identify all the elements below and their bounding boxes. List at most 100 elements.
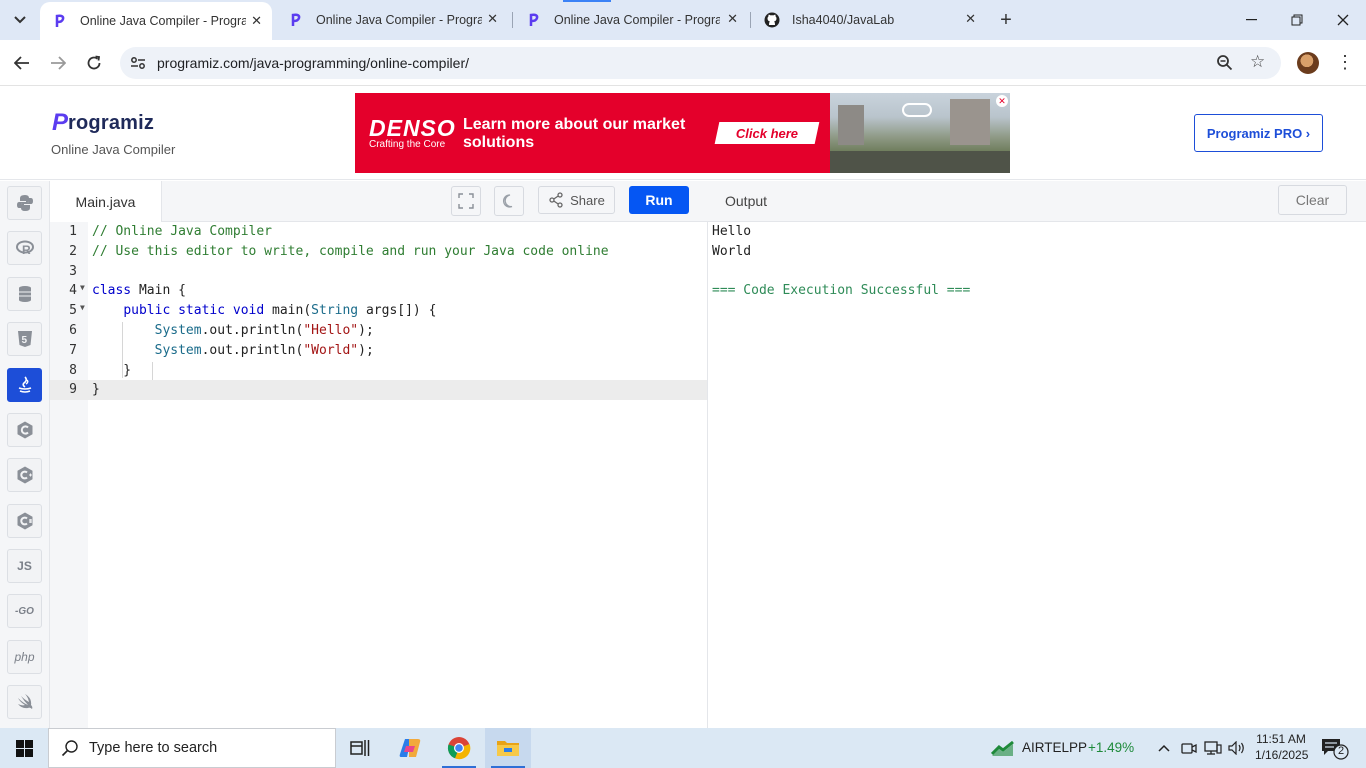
lang-label: php — [14, 650, 35, 664]
clear-button[interactable]: Clear — [1278, 185, 1347, 215]
lang-go-button[interactable]: -GO — [7, 594, 42, 628]
file-explorer-taskbar-button[interactable] — [485, 728, 531, 768]
url-text: programiz.com/java-programming/online-co… — [157, 55, 469, 71]
lang-r-button[interactable]: R — [7, 231, 42, 265]
arrow-left-icon — [14, 56, 29, 70]
browser-tab-strip: Online Java Compiler - Programiz ✕ Onlin… — [0, 0, 1366, 40]
close-tab-icon[interactable]: ✕ — [965, 11, 976, 27]
back-button[interactable] — [8, 49, 36, 77]
lang-c-button[interactable] — [7, 413, 42, 447]
code-text: } — [92, 382, 100, 397]
output-line: World — [712, 244, 752, 259]
taskbar-search-box[interactable]: Type here to search — [48, 728, 336, 768]
code-text: System.out.println("World"); — [154, 343, 374, 358]
lang-swift-button[interactable] — [7, 685, 42, 719]
logo-mark: P — [52, 109, 69, 136]
notification-center-button[interactable]: 2 — [1320, 736, 1350, 760]
lang-sql-button[interactable] — [7, 277, 42, 311]
tab-title: Isha4040/JavaLab — [792, 13, 895, 27]
site-settings-icon[interactable] — [128, 53, 148, 73]
system-clock[interactable]: 11:51 AM 1/16/2025 — [1255, 731, 1308, 763]
ad-close-icon[interactable]: ✕ — [996, 95, 1008, 107]
close-tab-icon[interactable]: ✕ — [251, 13, 262, 29]
chevron-down-icon — [14, 16, 26, 24]
browser-tab-2[interactable]: Online Java Compiler - Programiz ✕ — [276, 0, 508, 40]
editor-toolbar: Main.java Share Run — [50, 181, 708, 222]
ad-cta-button[interactable]: Click here — [714, 122, 820, 144]
logo-text: rogramiz — [68, 111, 155, 134]
editor-panel: Main.java Share Run 1 // Online Java Com… — [50, 181, 708, 728]
share-icon — [549, 192, 563, 208]
meet-now-tray-button[interactable] — [1178, 728, 1200, 768]
bookmark-star-icon[interactable]: ☆ — [1250, 52, 1265, 72]
code-text: // Use this editor to write, compile and… — [92, 244, 609, 259]
new-tab-button[interactable]: + — [994, 8, 1018, 32]
copilot-button[interactable] — [387, 728, 433, 768]
lang-html-button[interactable]: 5 — [7, 322, 42, 356]
csharp-icon — [17, 512, 32, 530]
volume-tray-button[interactable] — [1226, 728, 1248, 768]
run-button[interactable]: Run — [629, 186, 689, 214]
tab-title: Online Java Compiler - Programiz — [554, 13, 720, 27]
task-view-icon — [350, 740, 370, 756]
tab-title: Online Java Compiler - Programiz — [80, 14, 246, 28]
lang-csharp-button[interactable] — [7, 504, 42, 538]
restore-button[interactable] — [1274, 0, 1320, 40]
lang-javascript-button[interactable]: JS — [7, 549, 42, 583]
close-tab-icon[interactable]: ✕ — [487, 11, 498, 27]
ad-cta-label: Click here — [735, 125, 799, 141]
fold-arrow-icon[interactable]: ▼ — [80, 283, 85, 292]
fullscreen-icon — [458, 193, 474, 209]
svg-text:R: R — [22, 243, 31, 257]
browser-tab-3[interactable]: Online Java Compiler - Programiz ✕ — [514, 0, 748, 40]
tab-search-button[interactable] — [6, 6, 34, 34]
programiz-logo[interactable]: P rogramiz — [52, 109, 154, 137]
ad-tagline: Crafting the Core — [369, 139, 446, 150]
file-tab-main-java[interactable]: Main.java — [50, 181, 162, 222]
windows-taskbar: Type here to search AIRTELPP +1.49% 11:5… — [0, 728, 1366, 768]
network-tray-button[interactable] — [1201, 728, 1225, 768]
code-line-current: 9 } — [50, 380, 707, 400]
ad-message: Learn more about our market solutions — [463, 116, 686, 151]
html5-icon: 5 — [17, 331, 32, 347]
browser-tab-1[interactable]: Online Java Compiler - Programiz ✕ — [40, 2, 272, 40]
page-subtitle: Online Java Compiler — [51, 142, 176, 157]
lang-cpp-button[interactable] — [7, 458, 42, 492]
browser-menu-icon[interactable]: ⋮ — [1336, 52, 1354, 73]
lang-php-button[interactable]: php — [7, 640, 42, 674]
address-bar[interactable]: programiz.com/java-programming/online-co… — [120, 47, 1281, 79]
task-view-button[interactable] — [337, 728, 383, 768]
stock-widget-icon[interactable] — [986, 728, 1020, 768]
output-title: Output — [725, 193, 768, 209]
browser-tab-4[interactable]: Isha4040/JavaLab ✕ — [752, 0, 986, 40]
zoom-icon[interactable] — [1216, 54, 1233, 76]
dark-mode-button[interactable] — [494, 186, 524, 216]
programiz-pro-button[interactable]: Programiz PRO › — [1194, 114, 1323, 152]
fold-arrow-icon[interactable]: ▼ — [80, 303, 85, 312]
output-toolbar: Output Clear — [708, 181, 1366, 222]
lang-label: JS — [17, 559, 32, 573]
fullscreen-button[interactable] — [451, 186, 481, 216]
share-button[interactable]: Share — [538, 186, 615, 214]
show-hidden-icons-button[interactable] — [1152, 728, 1176, 768]
close-window-button[interactable] — [1320, 0, 1366, 40]
cpp-icon — [17, 466, 32, 484]
line-number: 9 — [69, 382, 77, 397]
lang-java-button[interactable] — [7, 368, 42, 402]
ad-brand: DENSO — [369, 115, 456, 141]
folder-icon — [497, 741, 519, 756]
profile-avatar[interactable] — [1297, 52, 1319, 74]
code-editor[interactable]: 1 // Online Java Compiler 2 // Use this … — [50, 222, 708, 728]
lang-python-button[interactable] — [7, 186, 42, 220]
minimize-button[interactable] — [1228, 0, 1274, 40]
forward-button[interactable] — [44, 49, 72, 77]
code-text: class Main { — [92, 283, 186, 298]
start-button[interactable] — [0, 728, 48, 768]
minimize-icon — [1245, 19, 1257, 21]
search-icon — [61, 740, 78, 757]
advertisement-banner[interactable]: DENSO Crafting the Core Learn more about… — [355, 93, 1010, 173]
stock-name[interactable]: AIRTELPP — [1022, 740, 1087, 755]
chrome-taskbar-button[interactable] — [436, 728, 482, 768]
close-tab-icon[interactable]: ✕ — [727, 11, 738, 27]
reload-button[interactable] — [80, 49, 108, 77]
